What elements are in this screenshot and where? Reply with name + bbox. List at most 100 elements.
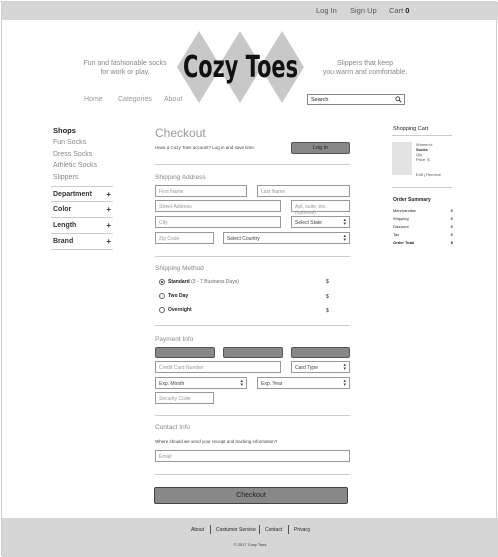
summary-value: $ [450, 232, 453, 237]
logo-wordmark: Cozy Toes [183, 50, 298, 85]
plus-icon: + [106, 237, 111, 246]
tagline-right: Slippers that keep you warm and comforta… [318, 59, 412, 77]
divider [155, 474, 350, 475]
footer-link-privacy[interactable]: Privacy [294, 527, 310, 533]
country-select[interactable]: Select Country ▴ ▾ [223, 232, 350, 244]
contact-info-title: Contact Info [155, 424, 191, 431]
apt-field[interactable]: Apt, suite, etc. (optional) [291, 200, 350, 216]
footer [2, 518, 498, 557]
summary-row-tax: Tax $ [393, 232, 453, 237]
facet-label: Brand [53, 238, 74, 245]
sidebar-item-slippers[interactable]: Slippers [53, 172, 112, 184]
exp-year-value: Exp. Year [261, 381, 283, 387]
shipping-radio-standard[interactable] [159, 279, 165, 285]
tagline-left-line: for work or play. [100, 69, 150, 76]
footer-link-customer-service[interactable]: Costumer Service [216, 527, 256, 533]
footer-link-about[interactable]: About [191, 527, 204, 533]
divider [392, 187, 452, 188]
payment-method-tab[interactable] [155, 347, 215, 358]
shopping-cart-title: Shopping Cart [393, 126, 429, 132]
summary-row-shipping: Shipping $ [393, 216, 453, 221]
shipping-price-two-day: $ [326, 294, 329, 300]
sidebar: Shops Fun Socks Dress Socks Athletic Soc… [53, 126, 112, 183]
facet-brand[interactable]: Brand + [51, 234, 113, 250]
copyright: © 2017 Cozy Toes [233, 542, 267, 547]
state-select-value: Select State [295, 220, 322, 226]
facet-label: Length [53, 222, 77, 229]
divider [155, 256, 350, 257]
sidebar-item-fun-socks[interactable]: Fun Socks [53, 137, 112, 149]
cart-remove-link[interactable]: Remove [426, 172, 441, 177]
tagline-right-line: you warm and comfortable. [322, 69, 408, 76]
search-input[interactable]: Search [307, 94, 405, 105]
card-type-select[interactable]: Card Type ▴ ▾ [291, 361, 350, 373]
exp-month-select[interactable]: Exp. Month ▴ ▾ [155, 377, 247, 389]
email-field[interactable]: Email [155, 450, 350, 462]
order-summary-title: Order Summary [393, 197, 431, 203]
last-name-field[interactable]: Last Name [257, 185, 350, 197]
street-address-field[interactable]: Street Address [155, 200, 281, 212]
shipping-address-title: Shipping Address [155, 174, 206, 181]
cart-item-image[interactable] [392, 142, 412, 175]
cart-label: Cart [389, 6, 404, 15]
footer-separator [288, 525, 289, 534]
sidebar-item-athletic-socks[interactable]: Athletic Socks [53, 160, 112, 172]
select-arrows-icon: ▴ ▾ [240, 378, 243, 388]
shipping-price-overnight: $ [326, 308, 329, 314]
summary-value: $ [450, 224, 453, 229]
shipping-option-standard: Standard (3 - 7 Business Days) [168, 279, 239, 285]
security-code-field[interactable]: Security Code [155, 392, 214, 404]
nav-categories[interactable]: Categories [118, 96, 152, 103]
cart-item-price: Price: $ [416, 157, 430, 162]
facet-label: Color [53, 206, 72, 213]
cart-link[interactable]: Cart 0 [389, 6, 409, 15]
signup-link[interactable]: Sign Up [350, 6, 377, 15]
summary-label: Shipping [393, 216, 409, 221]
summary-value: $ [450, 216, 453, 221]
zip-code-field[interactable]: Zip Code [155, 232, 214, 244]
facet-department[interactable]: Department + [51, 186, 113, 202]
shipping-method-title: Shipping Method [155, 265, 204, 272]
search-placeholder: Search [311, 97, 329, 103]
checkout-button[interactable]: Checkout [154, 487, 348, 504]
page-title: Checkout [155, 126, 206, 140]
sidebar-title: Shops [53, 126, 76, 135]
shipping-option-note: (3 - 7 Business Days) [191, 279, 239, 285]
summary-label: Tax [393, 232, 400, 237]
brand-logo[interactable]: Cozy Toes [177, 31, 304, 103]
cart-count: 0 [405, 6, 410, 15]
top-bar: Log In Sign Up Cart 0 [2, 2, 498, 20]
state-select[interactable]: Select State ▴ ▾ [291, 216, 350, 228]
shipping-option-label: Standard [168, 279, 190, 285]
tagline-left: Fun and fashionable socks for work or pl… [82, 59, 168, 77]
footer-link-contact[interactable]: Contact [265, 527, 282, 533]
select-arrows-icon: ▴ ▾ [343, 217, 346, 227]
nav-home[interactable]: Home [84, 96, 103, 103]
nav-about[interactable]: About [164, 96, 182, 103]
select-arrows-icon: ▴ ▾ [343, 233, 346, 243]
first-name-field[interactable]: First Name [155, 185, 247, 197]
payment-method-tab[interactable] [291, 347, 350, 358]
login-button[interactable]: Log in [291, 142, 350, 154]
sidebar-item-dress-socks[interactable]: Dress Socks [53, 149, 112, 161]
search-icon[interactable] [395, 96, 402, 103]
card-type-value: Card Type [295, 365, 318, 371]
shipping-radio-overnight[interactable] [159, 307, 165, 313]
cart-edit-link[interactable]: Edit [416, 172, 423, 177]
facet-color[interactable]: Color + [51, 202, 113, 218]
logo-diamonds: Cozy Toes [177, 31, 304, 103]
shipping-radio-two-day[interactable] [159, 293, 165, 299]
payment-info-title: Payment Info [155, 336, 194, 343]
summary-row-total: Order Total $ [393, 240, 453, 245]
exp-year-select[interactable]: Exp. Year ▴ ▾ [257, 377, 350, 389]
footer-separator [210, 525, 211, 534]
summary-label: Order Total [393, 240, 415, 245]
login-link[interactable]: Log In [316, 6, 337, 15]
footer-separator [259, 525, 260, 534]
card-number-field[interactable]: Credit Card Number [155, 361, 281, 373]
facet-length[interactable]: Length + [51, 218, 113, 234]
summary-row-merchandise: Merchandise $ [393, 208, 453, 213]
payment-method-tab[interactable] [223, 347, 283, 358]
city-field[interactable]: City [155, 216, 281, 228]
shipping-price-standard: $ [326, 279, 329, 285]
